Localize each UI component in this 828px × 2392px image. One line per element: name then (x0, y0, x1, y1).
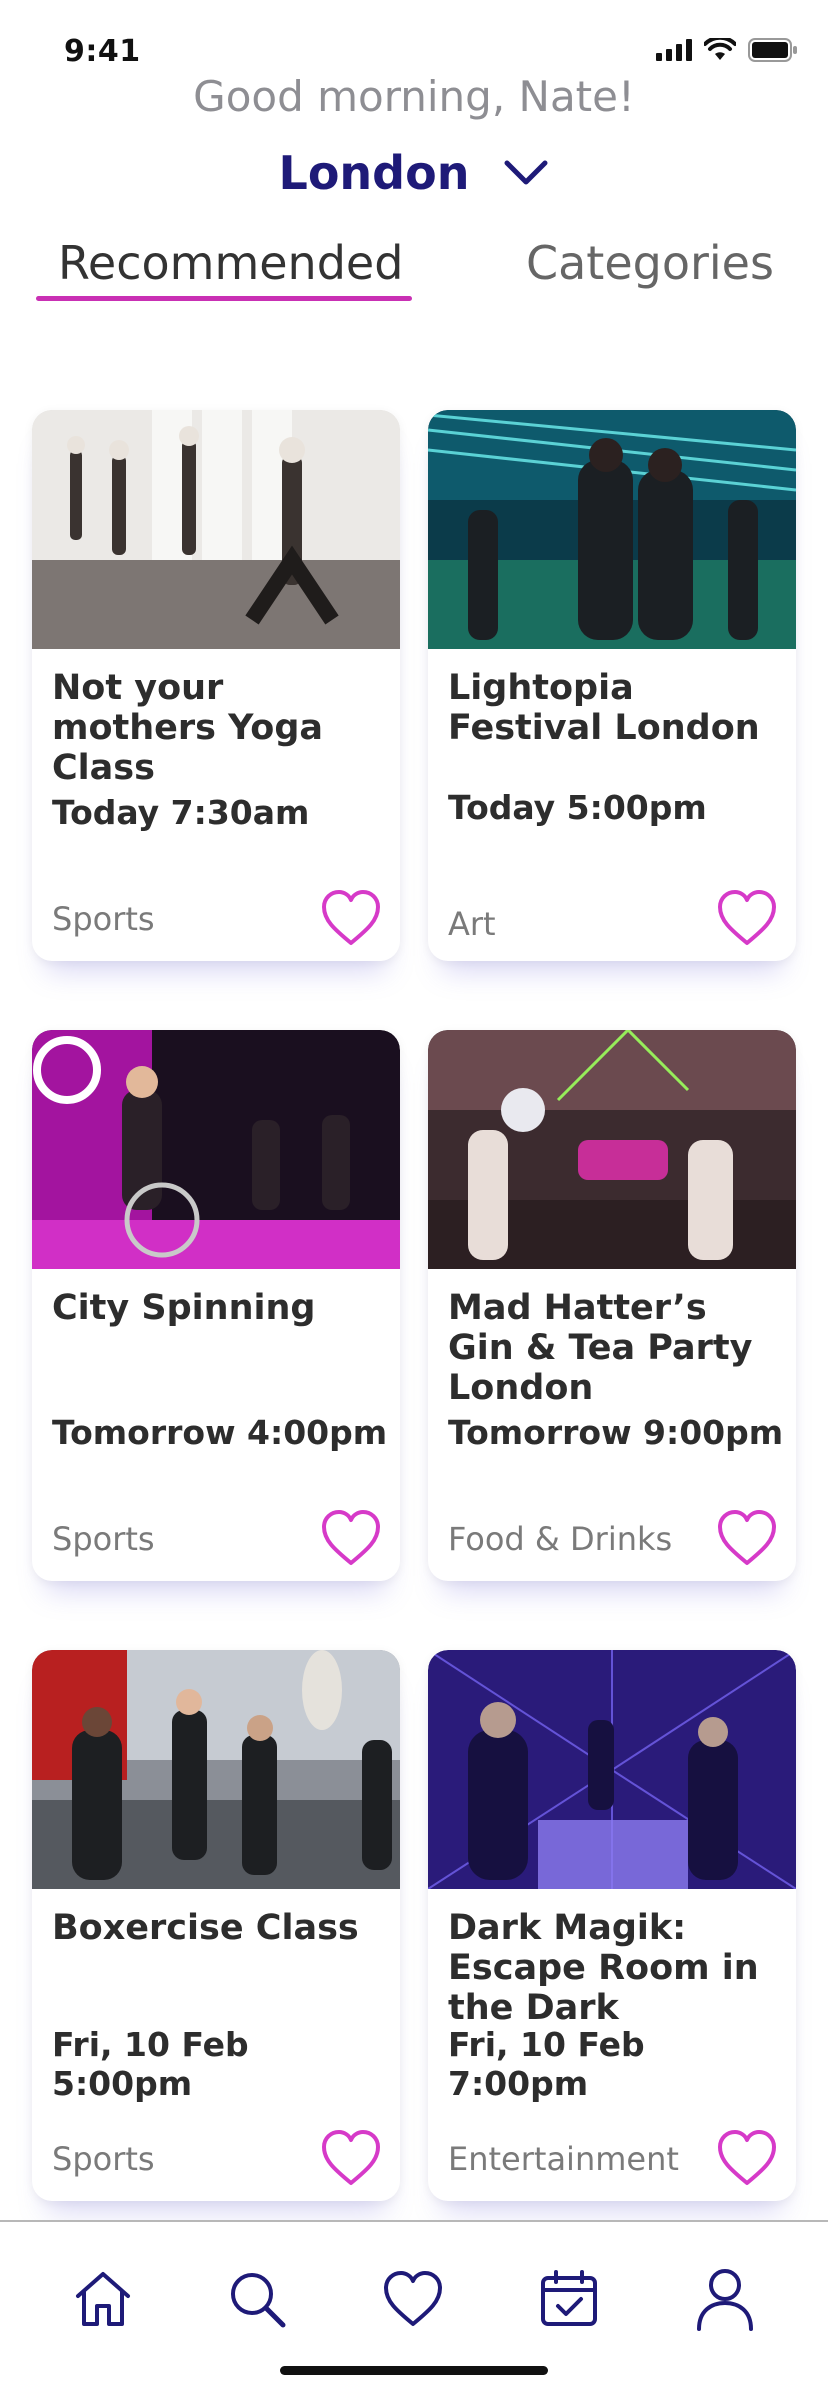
nav-profile[interactable] (690, 2264, 760, 2334)
status-icons (656, 38, 798, 62)
event-title: Lightopia Festival London (448, 668, 760, 748)
heart-icon[interactable] (382, 2269, 444, 2329)
event-category: Sports (52, 900, 155, 938)
event-time: Today 5:00pm (448, 788, 707, 827)
event-category: Art (448, 905, 496, 943)
event-title: Not your mothers Yoga Class (52, 668, 324, 788)
city-name[interactable]: London (279, 146, 470, 200)
tab-categories[interactable]: Categories (526, 236, 774, 290)
light-festival-photo (428, 410, 796, 649)
home-indicator[interactable] (280, 2366, 548, 2375)
event-card[interactable]: Not your mothers Yoga Class Today 7:30am… (32, 410, 400, 961)
status-time: 9:41 (64, 34, 141, 69)
heart-icon[interactable] (320, 888, 382, 948)
heart-icon[interactable] (320, 1508, 382, 1568)
tea-party-photo (428, 1030, 796, 1269)
chevron-down-icon[interactable] (503, 159, 549, 187)
city-selector[interactable]: London (0, 146, 828, 200)
nav-home[interactable] (68, 2264, 138, 2334)
home-icon[interactable] (72, 2268, 134, 2330)
event-title: Dark Magik: Escape Room in the Dark (448, 1908, 759, 2028)
event-title: Mad Hatter’s Gin & Tea Party London (448, 1288, 753, 1408)
tab-recommended[interactable]: Recommended (58, 236, 403, 290)
battery-icon (748, 38, 797, 62)
calendar-icon[interactable] (538, 2268, 600, 2330)
event-time: Today 7:30am (52, 793, 310, 832)
wifi-icon (704, 38, 736, 60)
event-card[interactable]: Lightopia Festival London Today 5:00pm A… (428, 410, 796, 961)
event-category: Sports (52, 1520, 155, 1558)
nav-calendar[interactable] (534, 2264, 604, 2334)
event-title: City Spinning (52, 1288, 316, 1328)
event-category: Food & Drinks (448, 1520, 673, 1558)
search-icon[interactable] (226, 2268, 288, 2330)
spinning-class-photo (32, 1030, 400, 1269)
event-time: Fri, 10 Feb 7:00pm (448, 2025, 645, 2103)
profile-icon[interactable] (694, 2267, 756, 2331)
event-category: Entertainment (448, 2140, 679, 2178)
boxing-class-photo (32, 1650, 400, 1889)
nav-search[interactable] (222, 2264, 292, 2334)
event-time: Tomorrow 4:00pm (52, 1413, 388, 1452)
event-time: Fri, 10 Feb 5:00pm (52, 2025, 249, 2103)
heart-icon[interactable] (716, 2128, 778, 2188)
yoga-class-photo (32, 410, 400, 649)
signal-icon (656, 39, 692, 61)
heart-icon[interactable] (320, 2128, 382, 2188)
tab-bar: Recommended Categories (0, 236, 828, 306)
heart-icon[interactable] (716, 1508, 778, 1568)
event-card[interactable]: Mad Hatter’s Gin & Tea Party London Tomo… (428, 1030, 796, 1581)
event-card[interactable]: Boxercise Class Fri, 10 Feb 5:00pm Sport… (32, 1650, 400, 2201)
nav-favorites[interactable] (378, 2264, 448, 2334)
heart-icon[interactable] (716, 888, 778, 948)
event-title: Boxercise Class (52, 1908, 359, 1948)
event-time: Tomorrow 9:00pm (448, 1413, 784, 1452)
greeting-text: Good morning, Nate! (193, 72, 635, 121)
event-card[interactable]: City Spinning Tomorrow 4:00pm Sports (32, 1030, 400, 1581)
escape-room-photo (428, 1650, 796, 1889)
event-category: Sports (52, 2140, 155, 2178)
event-card[interactable]: Dark Magik: Escape Room in the Dark Fri,… (428, 1650, 796, 2201)
active-tab-indicator (36, 296, 412, 301)
